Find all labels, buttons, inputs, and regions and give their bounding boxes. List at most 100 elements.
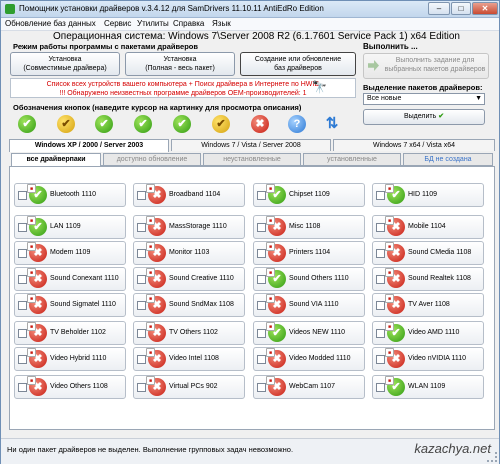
driver-pack-checkbox[interactable] <box>376 301 385 310</box>
driver-pack-checkbox[interactable] <box>137 275 146 284</box>
resize-grip[interactable] <box>487 452 497 462</box>
pack-file-icon: ■ <box>266 294 275 303</box>
tab-installed[interactable]: установленные <box>303 153 401 165</box>
driver-pack-checkbox[interactable] <box>137 223 146 232</box>
execute-task-button[interactable]: Выполнить задание для выбранных пакетов … <box>363 53 489 79</box>
selection-dropdown[interactable]: Все новые ▼ <box>363 93 485 105</box>
driver-pack-checkbox[interactable] <box>376 191 385 200</box>
tab-not-installed[interactable]: неустановленные <box>203 153 301 165</box>
tab-db-not-created[interactable]: БД не создана <box>403 153 493 165</box>
driver-pack-checkbox[interactable] <box>257 223 266 232</box>
driver-pack-item[interactable]: ✖ ■ Sound Sigmatel 1110 <box>14 293 126 317</box>
driver-pack-checkbox[interactable] <box>137 191 146 200</box>
driver-pack-item[interactable]: ✖ ■ Sound Conexant 1110 <box>14 267 126 291</box>
device-info-box[interactable]: Список всех устройств вашего компьютера … <box>10 78 356 98</box>
install-compatible-button[interactable]: Установка (Совместимые драйвера) <box>10 52 120 76</box>
tab-winxp[interactable]: Windows XP / 2000 / Server 2003 <box>9 139 169 152</box>
driver-pack-item[interactable]: ✖ ■ Sound SndMax 1108 <box>133 293 245 317</box>
tab-update-available[interactable]: доступно обновление <box>103 153 201 165</box>
driver-pack-checkbox[interactable] <box>18 301 27 310</box>
driver-pack-item[interactable]: ✖ ■ Virtual PCs 902 <box>133 375 245 399</box>
driver-pack-checkbox[interactable] <box>376 249 385 258</box>
driver-pack-item[interactable]: ✖ ■ MassStorage 1110 <box>133 215 245 239</box>
driver-pack-checkbox[interactable] <box>376 329 385 338</box>
close-button[interactable]: ✕ <box>472 2 498 15</box>
driver-pack-item[interactable]: ✖ ■ Mobile 1104 <box>372 215 484 239</box>
driver-pack-checkbox[interactable] <box>376 223 385 232</box>
driver-pack-checkbox[interactable] <box>18 223 27 232</box>
legend-update-check-icon[interactable]: ✔ <box>134 115 152 133</box>
legend-partial-check-icon[interactable]: ✔ <box>173 115 191 133</box>
driver-pack-item[interactable]: ✔ ■ Sound Others 1110 <box>253 267 365 291</box>
menu-language[interactable]: Язык <box>212 19 231 28</box>
binoculars-icon[interactable]: 🔭 <box>312 80 327 94</box>
driver-pack-item[interactable]: ✖ ■ Video nVIDIA 1110 <box>372 347 484 371</box>
driver-pack-checkbox[interactable] <box>18 275 27 284</box>
driver-pack-checkbox[interactable] <box>18 355 27 364</box>
legend-check-icon[interactable]: ✔ <box>18 115 36 133</box>
driver-pack-item[interactable]: ✖ ■ Sound Creative 1110 <box>133 267 245 291</box>
menu-help[interactable]: Справка <box>173 19 204 28</box>
tab-win7-vista[interactable]: Windows 7 / Vista / Server 2008 <box>171 139 331 151</box>
driver-pack-checkbox[interactable] <box>137 383 146 392</box>
driver-pack-item[interactable]: ✖ ■ WebCam 1107 <box>253 375 365 399</box>
driver-pack-item[interactable]: ✖ ■ TV Aver 1108 <box>372 293 484 317</box>
driver-pack-item[interactable]: ✔ ■ Video AMD 1110 <box>372 321 484 345</box>
legend-new-check-icon[interactable]: ✔ <box>95 115 113 133</box>
driver-pack-item[interactable]: ✖ ■ Broadband 1104 <box>133 183 245 207</box>
driver-pack-checkbox[interactable] <box>376 383 385 392</box>
driver-pack-item[interactable]: ✔ ■ LAN 1109 <box>14 215 126 239</box>
driver-pack-item[interactable]: ✖ ■ Monitor 1103 <box>133 241 245 265</box>
driver-pack-checkbox[interactable] <box>18 191 27 200</box>
driver-pack-item[interactable]: ✖ ■ Video Modded 1110 <box>253 347 365 371</box>
hwid-search-link[interactable]: Список всех устройств вашего компьютера … <box>11 80 355 89</box>
driver-pack-item[interactable]: ✖ ■ Video Intel 1108 <box>133 347 245 371</box>
menu-utilities[interactable]: Утилиты <box>137 19 169 28</box>
driver-pack-item[interactable]: ✔ ■ Bluetooth 1110 <box>14 183 126 207</box>
driver-pack-item[interactable]: ✔ ■ WLAN 1109 <box>372 375 484 399</box>
driver-pack-item[interactable]: ✖ ■ Sound VIA 1110 <box>253 293 365 317</box>
driver-pack-checkbox[interactable] <box>257 383 266 392</box>
driver-pack-checkbox[interactable] <box>257 329 266 338</box>
driver-pack-item[interactable]: ✖ ■ Video Others 1108 <box>14 375 126 399</box>
legend-help-icon[interactable]: ? <box>288 115 306 133</box>
driver-pack-item[interactable]: ✖ ■ Video Hybrid 1110 <box>14 347 126 371</box>
driver-pack-item[interactable]: ✖ ■ Misc 1108 <box>253 215 365 239</box>
driver-pack-item[interactable]: ✔ ■ HID 1109 <box>372 183 484 207</box>
driver-pack-item[interactable]: ✖ ■ TV Others 1102 <box>133 321 245 345</box>
driver-pack-checkbox[interactable] <box>18 383 27 392</box>
driver-pack-checkbox[interactable] <box>376 275 385 284</box>
driver-pack-checkbox[interactable] <box>137 301 146 310</box>
driver-pack-checkbox[interactable] <box>257 355 266 364</box>
legend-unknown-check-icon[interactable]: ✔ <box>212 115 230 133</box>
select-button[interactable]: Выделить ✔ <box>363 109 485 125</box>
menu-service[interactable]: Сервис <box>104 19 131 28</box>
driver-pack-checkbox[interactable] <box>18 249 27 258</box>
driver-pack-checkbox[interactable] <box>257 191 266 200</box>
tab-win7-x64[interactable]: Windows 7 x64 / Vista x64 <box>333 139 495 151</box>
driver-pack-checkbox[interactable] <box>137 249 146 258</box>
menu-update-db[interactable]: Обновление баз данных <box>5 19 96 28</box>
driver-pack-item[interactable]: ✔ ■ Chipset 1109 <box>253 183 365 207</box>
driver-pack-checkbox[interactable] <box>18 329 27 338</box>
create-db-button[interactable]: Создание или обновление баз драйверов <box>240 52 356 76</box>
install-full-button[interactable]: Установка (Полная - весь пакет) <box>125 52 235 76</box>
driver-pack-item[interactable]: ✖ ■ Sound CMedia 1108 <box>372 241 484 265</box>
driver-pack-checkbox[interactable] <box>376 355 385 364</box>
legend-warning-check-icon[interactable]: ✔ <box>57 115 75 133</box>
driver-pack-item[interactable]: ✔ ■ Videos NEW 1110 <box>253 321 365 345</box>
minimize-button[interactable]: – <box>428 2 450 15</box>
driver-pack-checkbox[interactable] <box>137 355 146 364</box>
driver-pack-checkbox[interactable] <box>257 301 266 310</box>
driver-pack-checkbox[interactable] <box>137 329 146 338</box>
driver-pack-item[interactable]: ✖ ■ Modem 1109 <box>14 241 126 265</box>
driver-pack-checkbox[interactable] <box>257 275 266 284</box>
tab-all-driverpacks[interactable]: все драйверпаки <box>11 153 101 166</box>
legend-refresh-arrows-icon[interactable]: ⇅ <box>323 115 341 133</box>
maximize-button[interactable]: □ <box>451 2 471 15</box>
legend-error-x-icon[interactable]: ✖ <box>251 115 269 133</box>
driver-pack-checkbox[interactable] <box>257 249 266 258</box>
driver-pack-item[interactable]: ✖ ■ Printers 1104 <box>253 241 365 265</box>
driver-pack-item[interactable]: ✖ ■ Sound Realtek 1108 <box>372 267 484 291</box>
driver-pack-item[interactable]: ✖ ■ TV Beholder 1102 <box>14 321 126 345</box>
